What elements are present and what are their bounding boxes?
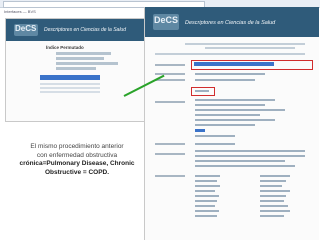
definition-line (195, 160, 285, 162)
qualifier-item[interactable] (195, 195, 219, 197)
qualifier-item[interactable] (260, 200, 284, 202)
code-value (195, 90, 209, 92)
right-decs-window: DeCS Descriptores en Ciencias de la Salu… (144, 7, 319, 240)
caption-line-2-text: con enfermedad obstructiva (36, 151, 118, 159)
left-decs-window: DeCS Descriptores en Ciencias de la Salu… (5, 18, 157, 122)
qualifier-item[interactable] (195, 175, 220, 177)
selected-index-entry[interactable] (40, 75, 100, 80)
definition-line (195, 150, 305, 152)
separator (155, 53, 305, 55)
synonym-line (195, 135, 235, 137)
definition-line (195, 165, 295, 167)
right-header: DeCS Descriptores en Ciencias de la Salu… (145, 7, 319, 37)
caption-line-3-text: crónica=Pulmonary Disease, Chronic (19, 160, 135, 167)
decs-logo-text: DeCS (154, 15, 179, 25)
qualifier-item[interactable] (195, 210, 219, 212)
synonym-line (195, 109, 285, 111)
field-label (155, 79, 185, 81)
qualifier-item[interactable] (260, 210, 290, 212)
right-header-title: Descriptores en Ciencias de la Salud (185, 20, 276, 26)
browser-tab[interactable]: Interfaces — BVS (4, 9, 36, 14)
caption-line-3: crónica=Pulmonary Disease, Chronic (0, 160, 154, 169)
index-row (40, 91, 100, 93)
copd-highlight[interactable] (195, 129, 205, 132)
field-value (195, 73, 265, 75)
qualifier-item[interactable] (260, 190, 290, 192)
field-label (155, 175, 185, 177)
qualifier-item[interactable] (195, 185, 220, 187)
qualifier-item[interactable] (260, 180, 286, 182)
field-label (155, 153, 185, 155)
synonym-line (195, 99, 275, 101)
caption-line-4-text: Obstructive = COPD. (44, 168, 110, 176)
qualifier-item[interactable] (260, 205, 288, 207)
slide-caption: El mismo procedimiento anterior con enfe… (0, 143, 154, 177)
index-line (56, 57, 104, 60)
caption-line-2: con enfermedad obstructiva (0, 152, 154, 161)
caption-line-1: El mismo procedimiento anterior (30, 143, 124, 150)
field-value (195, 79, 255, 81)
caption-line-4: Obstructive = COPD. (0, 169, 154, 178)
index-row (40, 83, 100, 85)
synonym-line (195, 114, 260, 116)
field-label (155, 64, 185, 66)
synonym-line (195, 124, 255, 126)
qualifier-item[interactable] (195, 205, 215, 207)
qualifier-item[interactable] (260, 195, 286, 197)
index-line (56, 62, 118, 65)
synonym-line (195, 119, 275, 121)
qualifier-item[interactable] (195, 200, 217, 202)
qualifier-item[interactable] (195, 180, 217, 182)
left-header: DeCS Descriptores en Ciencias de la Salu… (6, 19, 156, 41)
toolbar-line (185, 43, 305, 45)
category-value (195, 143, 235, 145)
index-row (40, 87, 100, 89)
decs-logo-text: DeCS (15, 24, 37, 33)
qualifier-item[interactable] (195, 190, 215, 192)
left-header-title: Descriptores en Ciencias de la Salud (44, 27, 126, 33)
permuted-index-title: Índice Permutado (46, 45, 84, 50)
definition-line (195, 155, 305, 157)
selected-term-highlight[interactable] (194, 62, 274, 66)
toolbar-line (205, 47, 295, 49)
qualifier-item[interactable] (260, 215, 284, 217)
qualifier-item[interactable] (195, 215, 217, 217)
qualifier-item[interactable] (260, 175, 290, 177)
field-label (155, 73, 185, 75)
field-label (155, 101, 185, 103)
qualifier-item[interactable] (260, 185, 282, 187)
index-line (56, 52, 111, 55)
field-label (155, 143, 185, 145)
synonym-line (195, 104, 265, 106)
index-line (56, 67, 96, 70)
